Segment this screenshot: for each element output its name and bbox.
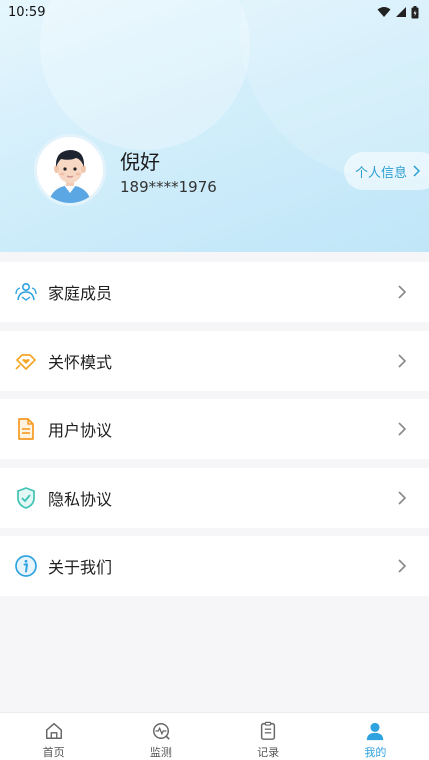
tab-label: 我的 <box>364 746 387 759</box>
tab-home[interactable]: 首页 <box>0 713 107 760</box>
profile-header: 10:59 倪好 189****1976 个人信息 <box>0 0 429 252</box>
signal-icon <box>396 7 406 17</box>
menu-item-label: 用户协议 <box>48 421 113 440</box>
family-members-icon <box>15 282 37 301</box>
privacy-shield-icon <box>17 487 35 509</box>
menu-item-user-agreement[interactable]: 用户协议 <box>0 399 429 459</box>
menu-item-label: 关怀模式 <box>48 353 113 372</box>
menu-item-label: 家庭成员 <box>48 284 113 303</box>
status-bar: 10:59 <box>0 0 429 24</box>
bottom-tab-bar: 首页 监测 记录 我的 <box>0 712 429 760</box>
care-mode-icon <box>15 354 36 370</box>
menu-item-family-members[interactable]: 家庭成员 <box>0 262 429 322</box>
chevron-right-icon <box>413 165 421 177</box>
home-icon <box>45 723 62 739</box>
tab-mine[interactable]: 我的 <box>322 713 429 760</box>
menu-item-label: 关于我们 <box>48 558 113 577</box>
chevron-right-icon <box>398 285 407 299</box>
chevron-right-icon <box>398 491 407 505</box>
profile-icon <box>367 722 384 741</box>
wifi-icon <box>377 7 391 17</box>
avatar[interactable] <box>34 134 106 206</box>
personal-info-button[interactable]: 个人信息 <box>344 152 429 190</box>
tab-label: 监测 <box>149 746 172 759</box>
user-agreement-icon <box>18 418 34 440</box>
menu-item-care-mode[interactable]: 关怀模式 <box>0 331 429 391</box>
chevron-right-icon <box>398 354 407 368</box>
tab-monitor[interactable]: 监测 <box>107 713 214 760</box>
user-avatar-icon <box>37 137 103 203</box>
menu-item-privacy-agreement[interactable]: 隐私协议 <box>0 468 429 528</box>
monitor-icon <box>152 723 170 740</box>
user-phone: 189****1976 <box>120 178 217 196</box>
battery-icon <box>411 5 419 18</box>
personal-info-label: 个人信息 <box>355 165 408 181</box>
tab-label: 首页 <box>42 746 65 759</box>
tab-records[interactable]: 记录 <box>215 713 322 760</box>
menu-item-about-us[interactable]: 关于我们 <box>0 536 429 596</box>
records-icon <box>261 721 276 740</box>
chevron-right-icon <box>398 422 407 436</box>
chevron-right-icon <box>398 559 407 573</box>
status-icons <box>377 5 419 19</box>
user-name: 倪好 <box>120 150 160 174</box>
status-time: 10:59 <box>8 4 46 20</box>
menu-item-label: 隐私协议 <box>48 490 113 509</box>
about-info-icon <box>15 555 37 577</box>
tab-label: 记录 <box>257 746 280 759</box>
